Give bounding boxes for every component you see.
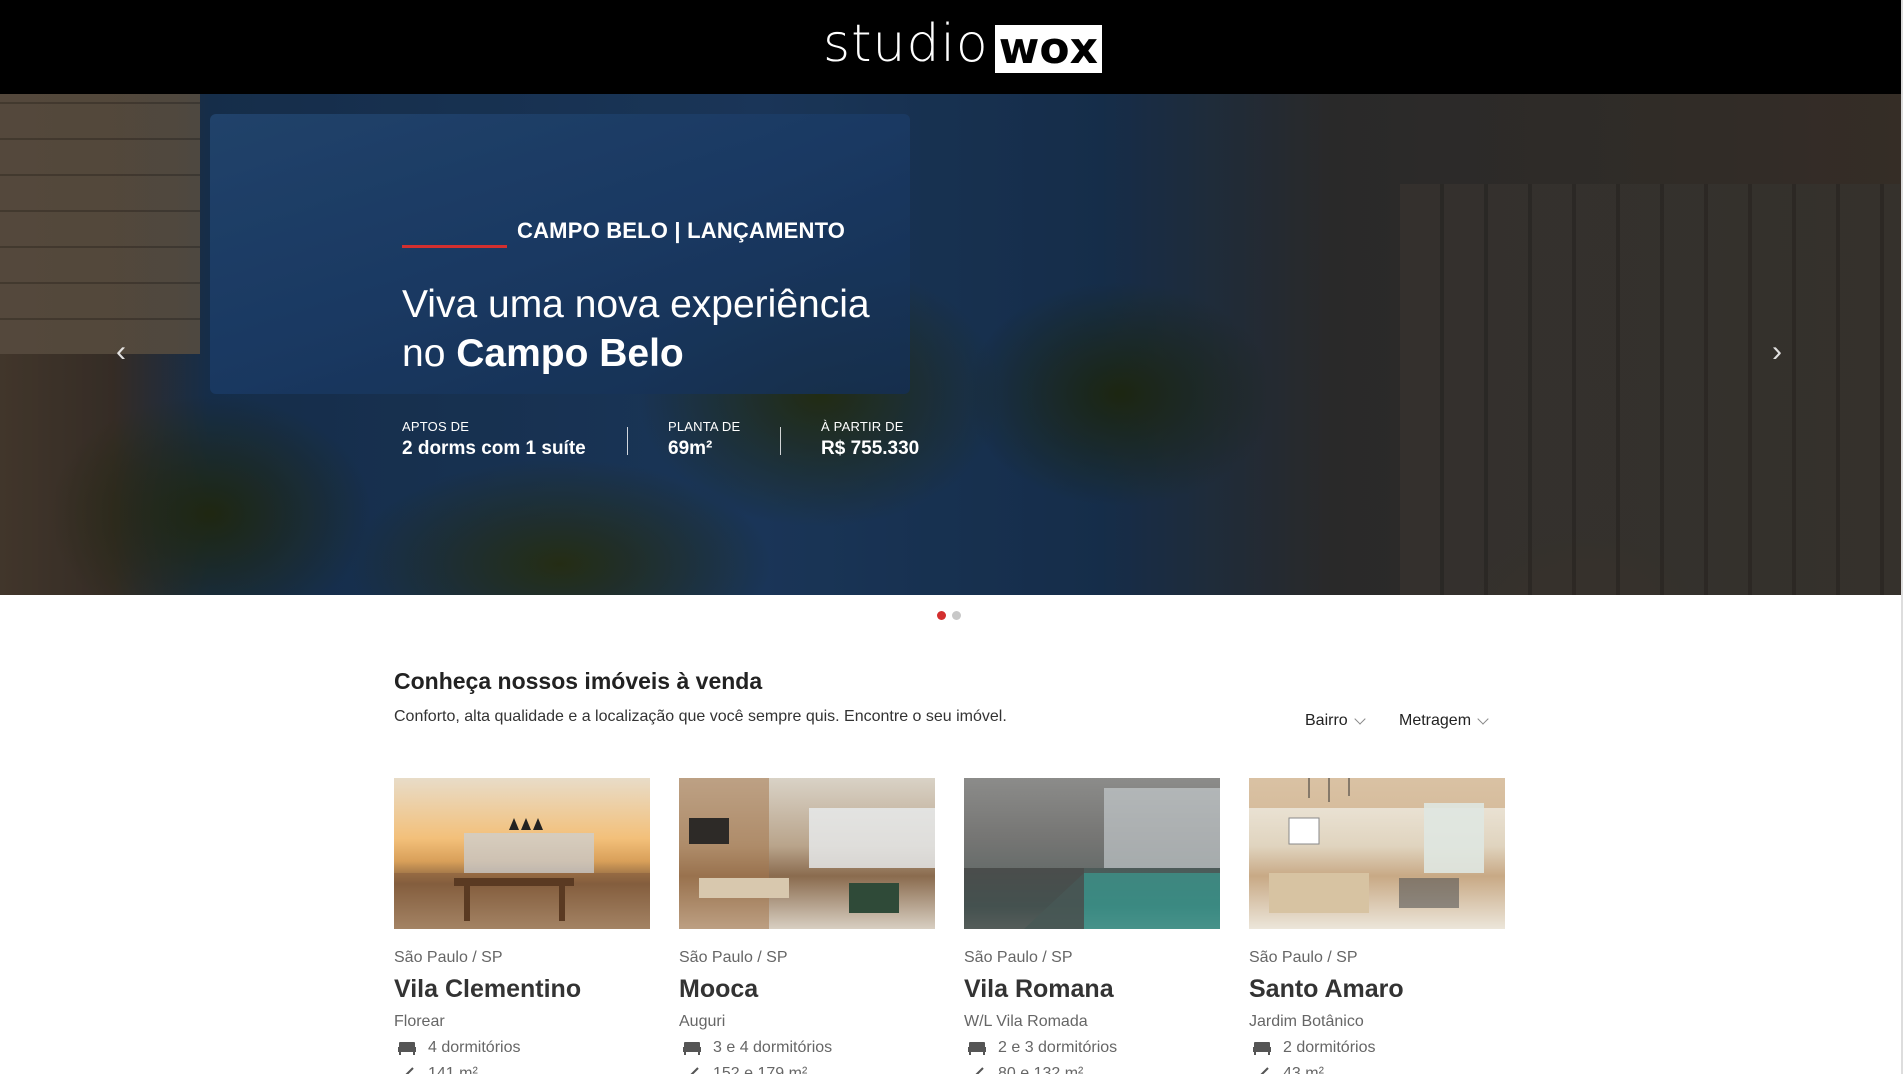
logo-box-text: wox (994, 25, 1102, 73)
property-photo-pool (964, 778, 1220, 929)
property-city: São Paulo / SP (679, 949, 788, 966)
bed-icon (1253, 1042, 1271, 1055)
bedrooms-text: 2 e 3 dormitórios (998, 1039, 1118, 1056)
property-city: São Paulo / SP (394, 949, 503, 966)
section-title: Conheça nossos imóveis à venda (394, 668, 763, 694)
accent-line (402, 245, 507, 248)
stat-value: 69m² (668, 438, 713, 459)
filter-metragem-dropdown[interactable]: Metragem (1399, 712, 1489, 730)
carousel-dot-1[interactable] (937, 611, 946, 620)
area-text: 80 e 132 m² (998, 1065, 1084, 1074)
area-text: 141 m² (428, 1065, 478, 1074)
hero-title-bold: Campo Belo (456, 332, 684, 375)
stat-label: APTOS DE (402, 419, 470, 434)
property-neighborhood[interactable]: Mooca (679, 975, 935, 1004)
bed-icon (683, 1042, 701, 1055)
property-project: Jardim Botânico (1249, 1013, 1364, 1030)
hero-title: Viva uma nova experiência no Campo Belo (402, 280, 870, 378)
chevron-left-icon[interactable]: ‹ (106, 337, 136, 367)
property-card[interactable]: São Paulo / SP Vila Romana W/L Vila Roma… (964, 778, 1220, 1074)
ruler-icon (405, 1067, 414, 1074)
carousel-dot-2[interactable] (952, 611, 961, 620)
hero-content: CAMPO BELO | LANÇAMENTO Viva uma nova ex… (0, 94, 1901, 595)
property-photo-living (679, 778, 935, 929)
property-area: 152 e 179 m² (679, 1065, 935, 1074)
stat-floorplan: PLANTA DE 69m² (668, 419, 740, 460)
filter-bairro-dropdown[interactable]: Bairro (1305, 712, 1366, 730)
property-photo-studio (1249, 778, 1505, 913)
stat-divider (780, 427, 781, 455)
chevron-down-icon (1354, 713, 1366, 725)
property-neighborhood[interactable]: Vila Romana (964, 975, 1220, 1004)
hero-title-prefix: no (402, 332, 446, 375)
stat-divider (627, 427, 628, 455)
ruler-icon (1260, 1067, 1269, 1074)
property-neighborhood[interactable]: Vila Clementino (394, 975, 650, 1004)
stat-value: 2 dorms com 1 suíte (402, 438, 586, 459)
stat-bedrooms: APTOS DE 2 dorms com 1 suíte (402, 419, 586, 460)
filter-label: Metragem (1399, 712, 1472, 729)
property-project: Florear (394, 1013, 445, 1030)
hero-carousel: CAMPO BELO | LANÇAMENTO Viva uma nova ex… (0, 94, 1901, 595)
section-subtitle: Conforto, alta qualidade e a localização… (394, 708, 1007, 725)
studio-wox-logo[interactable]: studio wox (823, 14, 1102, 74)
stat-value: R$ 755.330 (821, 438, 920, 459)
logo-text: studio (823, 14, 989, 74)
property-bedrooms: 4 dormitórios (394, 1039, 650, 1057)
ruler-icon (690, 1067, 699, 1074)
property-area: 141 m² (394, 1065, 650, 1074)
property-city: São Paulo / SP (1249, 949, 1358, 966)
property-bedrooms: 2 e 3 dormitórios (964, 1039, 1220, 1057)
hero-title-line1: Viva uma nova experiência (402, 283, 870, 326)
area-text: 152 e 179 m² (713, 1065, 808, 1074)
property-card[interactable]: São Paulo / SP Santo Amaro Jardim Botâni… (1249, 778, 1505, 1074)
area-text: 43 m² (1283, 1065, 1324, 1074)
bedrooms-text: 4 dormitórios (428, 1039, 521, 1056)
bedrooms-text: 2 dormitórios (1283, 1039, 1376, 1056)
stat-label: À PARTIR DE (821, 419, 904, 434)
stat-label: PLANTA DE (668, 419, 741, 434)
property-project: Auguri (679, 1013, 726, 1030)
carousel-indicators (937, 611, 961, 620)
bed-icon (398, 1042, 416, 1055)
property-image[interactable] (964, 778, 1220, 929)
bed-icon (968, 1042, 986, 1055)
property-image[interactable] (679, 778, 935, 929)
property-image[interactable] (1249, 778, 1505, 929)
property-project: W/L Vila Romada (964, 1013, 1088, 1030)
property-area: 43 m² (1249, 1065, 1505, 1074)
property-area: 80 e 132 m² (964, 1065, 1220, 1074)
property-card[interactable]: São Paulo / SP Mooca Auguri 3 e 4 dormit… (679, 778, 935, 1074)
header: studio wox (0, 0, 1903, 94)
chevron-down-icon (1477, 713, 1489, 725)
property-bedrooms: 3 e 4 dormitórios (679, 1039, 935, 1057)
property-city: São Paulo / SP (964, 949, 1073, 966)
property-card[interactable]: São Paulo / SP Vila Clementino Florear 4… (394, 778, 650, 1074)
property-bedrooms: 2 dormitórios (1249, 1039, 1505, 1057)
ruler-icon (975, 1067, 984, 1074)
property-photo-kitchen (394, 818, 650, 929)
hero-tag: CAMPO BELO | LANÇAMENTO (517, 218, 846, 243)
filter-label: Bairro (1305, 712, 1348, 729)
stat-price: À PARTIR DE R$ 755.330 (821, 419, 919, 460)
bedrooms-text: 3 e 4 dormitórios (713, 1039, 833, 1056)
chevron-right-icon[interactable]: › (1762, 337, 1792, 367)
property-image[interactable] (394, 778, 650, 929)
property-neighborhood[interactable]: Santo Amaro (1249, 975, 1505, 1004)
